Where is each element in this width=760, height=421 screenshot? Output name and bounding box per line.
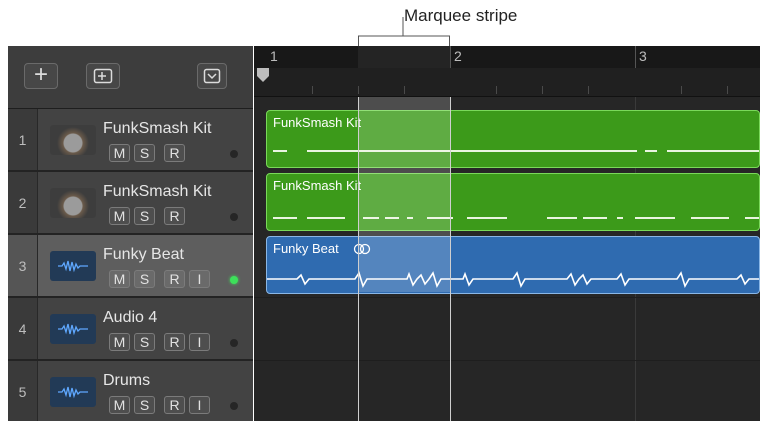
record-enable-button[interactable]: R	[164, 396, 185, 414]
track-name: FunkSmash Kit	[103, 120, 212, 137]
ruler[interactable]: 1 2 3	[254, 46, 760, 97]
record-enable-button[interactable]: R	[164, 144, 185, 162]
beat-tick	[542, 86, 543, 94]
audio-region[interactable]: Funky Beat	[266, 236, 760, 294]
activity-led	[230, 276, 238, 284]
add-track-button[interactable]: +	[24, 63, 58, 89]
ruler-bar-strip[interactable]	[254, 46, 760, 68]
callout-bracket	[358, 17, 450, 46]
marquee-left-edge	[358, 97, 359, 421]
input-monitor-button[interactable]: I	[189, 333, 210, 351]
beat-tick	[312, 86, 313, 94]
solo-button[interactable]: S	[134, 144, 155, 162]
midi-notes-icon	[273, 150, 759, 152]
beat-tick	[496, 86, 497, 94]
track-header-panel: + 1 FunkSmash Kit M S R 2 FunkSmash Kit	[8, 46, 253, 421]
activity-led	[230, 339, 238, 347]
track-number: 2	[8, 172, 38, 233]
global-tracks-icon	[93, 68, 113, 84]
beat-tick	[681, 86, 682, 94]
track-row[interactable]: 5 Drums M S R I	[8, 361, 253, 421]
track-lane-empty[interactable]	[254, 360, 760, 421]
track-header-toolbar: +	[8, 46, 253, 109]
beat-tick	[358, 86, 359, 94]
input-monitor-button[interactable]: I	[189, 270, 210, 288]
tracks-area[interactable]: 1 2 3 FunkSmash Kit FunkSmash Kit Funky …	[254, 46, 760, 421]
solo-button[interactable]: S	[134, 270, 155, 288]
bar-number: 3	[639, 48, 647, 64]
playhead-icon[interactable]	[254, 46, 274, 96]
drum-kit-icon	[50, 125, 96, 155]
track-row[interactable]: 2 FunkSmash Kit M S R	[8, 172, 253, 235]
track-name: Funky Beat	[103, 246, 184, 263]
solo-button[interactable]: S	[134, 333, 155, 351]
chevron-down-icon	[203, 68, 221, 84]
record-enable-button[interactable]: R	[164, 207, 185, 225]
midi-region[interactable]: FunkSmash Kit	[266, 173, 760, 231]
track-number: 1	[8, 109, 38, 170]
audio-waveform-icon	[50, 377, 96, 407]
track-row[interactable]: 4 Audio 4 M S R I	[8, 298, 253, 361]
track-row-selected[interactable]: 3 Funky Beat M S R I	[8, 235, 253, 298]
solo-button[interactable]: S	[134, 396, 155, 414]
tracks-menu-button[interactable]	[197, 63, 227, 89]
global-tracks-button[interactable]	[86, 63, 120, 89]
record-enable-button[interactable]: R	[164, 333, 185, 351]
track-name: Audio 4	[103, 309, 158, 326]
track-lane[interactable]: FunkSmash Kit	[254, 108, 760, 171]
bar-number: 2	[454, 48, 462, 64]
mute-button[interactable]: M	[109, 396, 130, 414]
midi-notes-icon	[273, 217, 759, 219]
activity-led	[230, 150, 238, 158]
midi-region[interactable]: FunkSmash Kit	[266, 110, 760, 168]
drum-kit-icon	[50, 188, 96, 218]
track-lane[interactable]: FunkSmash Kit	[254, 171, 760, 234]
marquee-right-edge	[450, 97, 451, 421]
track-number: 4	[8, 298, 38, 359]
mute-button[interactable]: M	[109, 207, 130, 225]
mute-button[interactable]: M	[109, 144, 130, 162]
bar-tick	[635, 46, 636, 68]
track-name: Drums	[103, 372, 151, 389]
track-name: FunkSmash Kit	[103, 183, 212, 200]
bar-tick	[450, 46, 451, 68]
beat-tick	[588, 86, 589, 94]
plus-icon: +	[33, 61, 48, 88]
track-number: 5	[8, 361, 38, 421]
track-row[interactable]: 1 FunkSmash Kit M S R	[8, 109, 253, 172]
track-lane[interactable]: Funky Beat	[254, 234, 760, 297]
marquee-stripe[interactable]	[358, 46, 450, 68]
mute-button[interactable]: M	[109, 333, 130, 351]
record-enable-button[interactable]: R	[164, 270, 185, 288]
solo-button[interactable]: S	[134, 207, 155, 225]
input-monitor-button[interactable]: I	[189, 396, 210, 414]
audio-waveform-icon	[50, 314, 96, 344]
mute-button[interactable]: M	[109, 270, 130, 288]
track-lane-empty[interactable]	[254, 297, 760, 361]
activity-led	[230, 213, 238, 221]
beat-tick	[404, 86, 405, 94]
activity-led	[230, 402, 238, 410]
track-number: 3	[8, 235, 38, 296]
audio-waveform-icon	[50, 251, 96, 281]
audio-waveform	[267, 271, 759, 289]
beat-tick	[727, 86, 728, 94]
